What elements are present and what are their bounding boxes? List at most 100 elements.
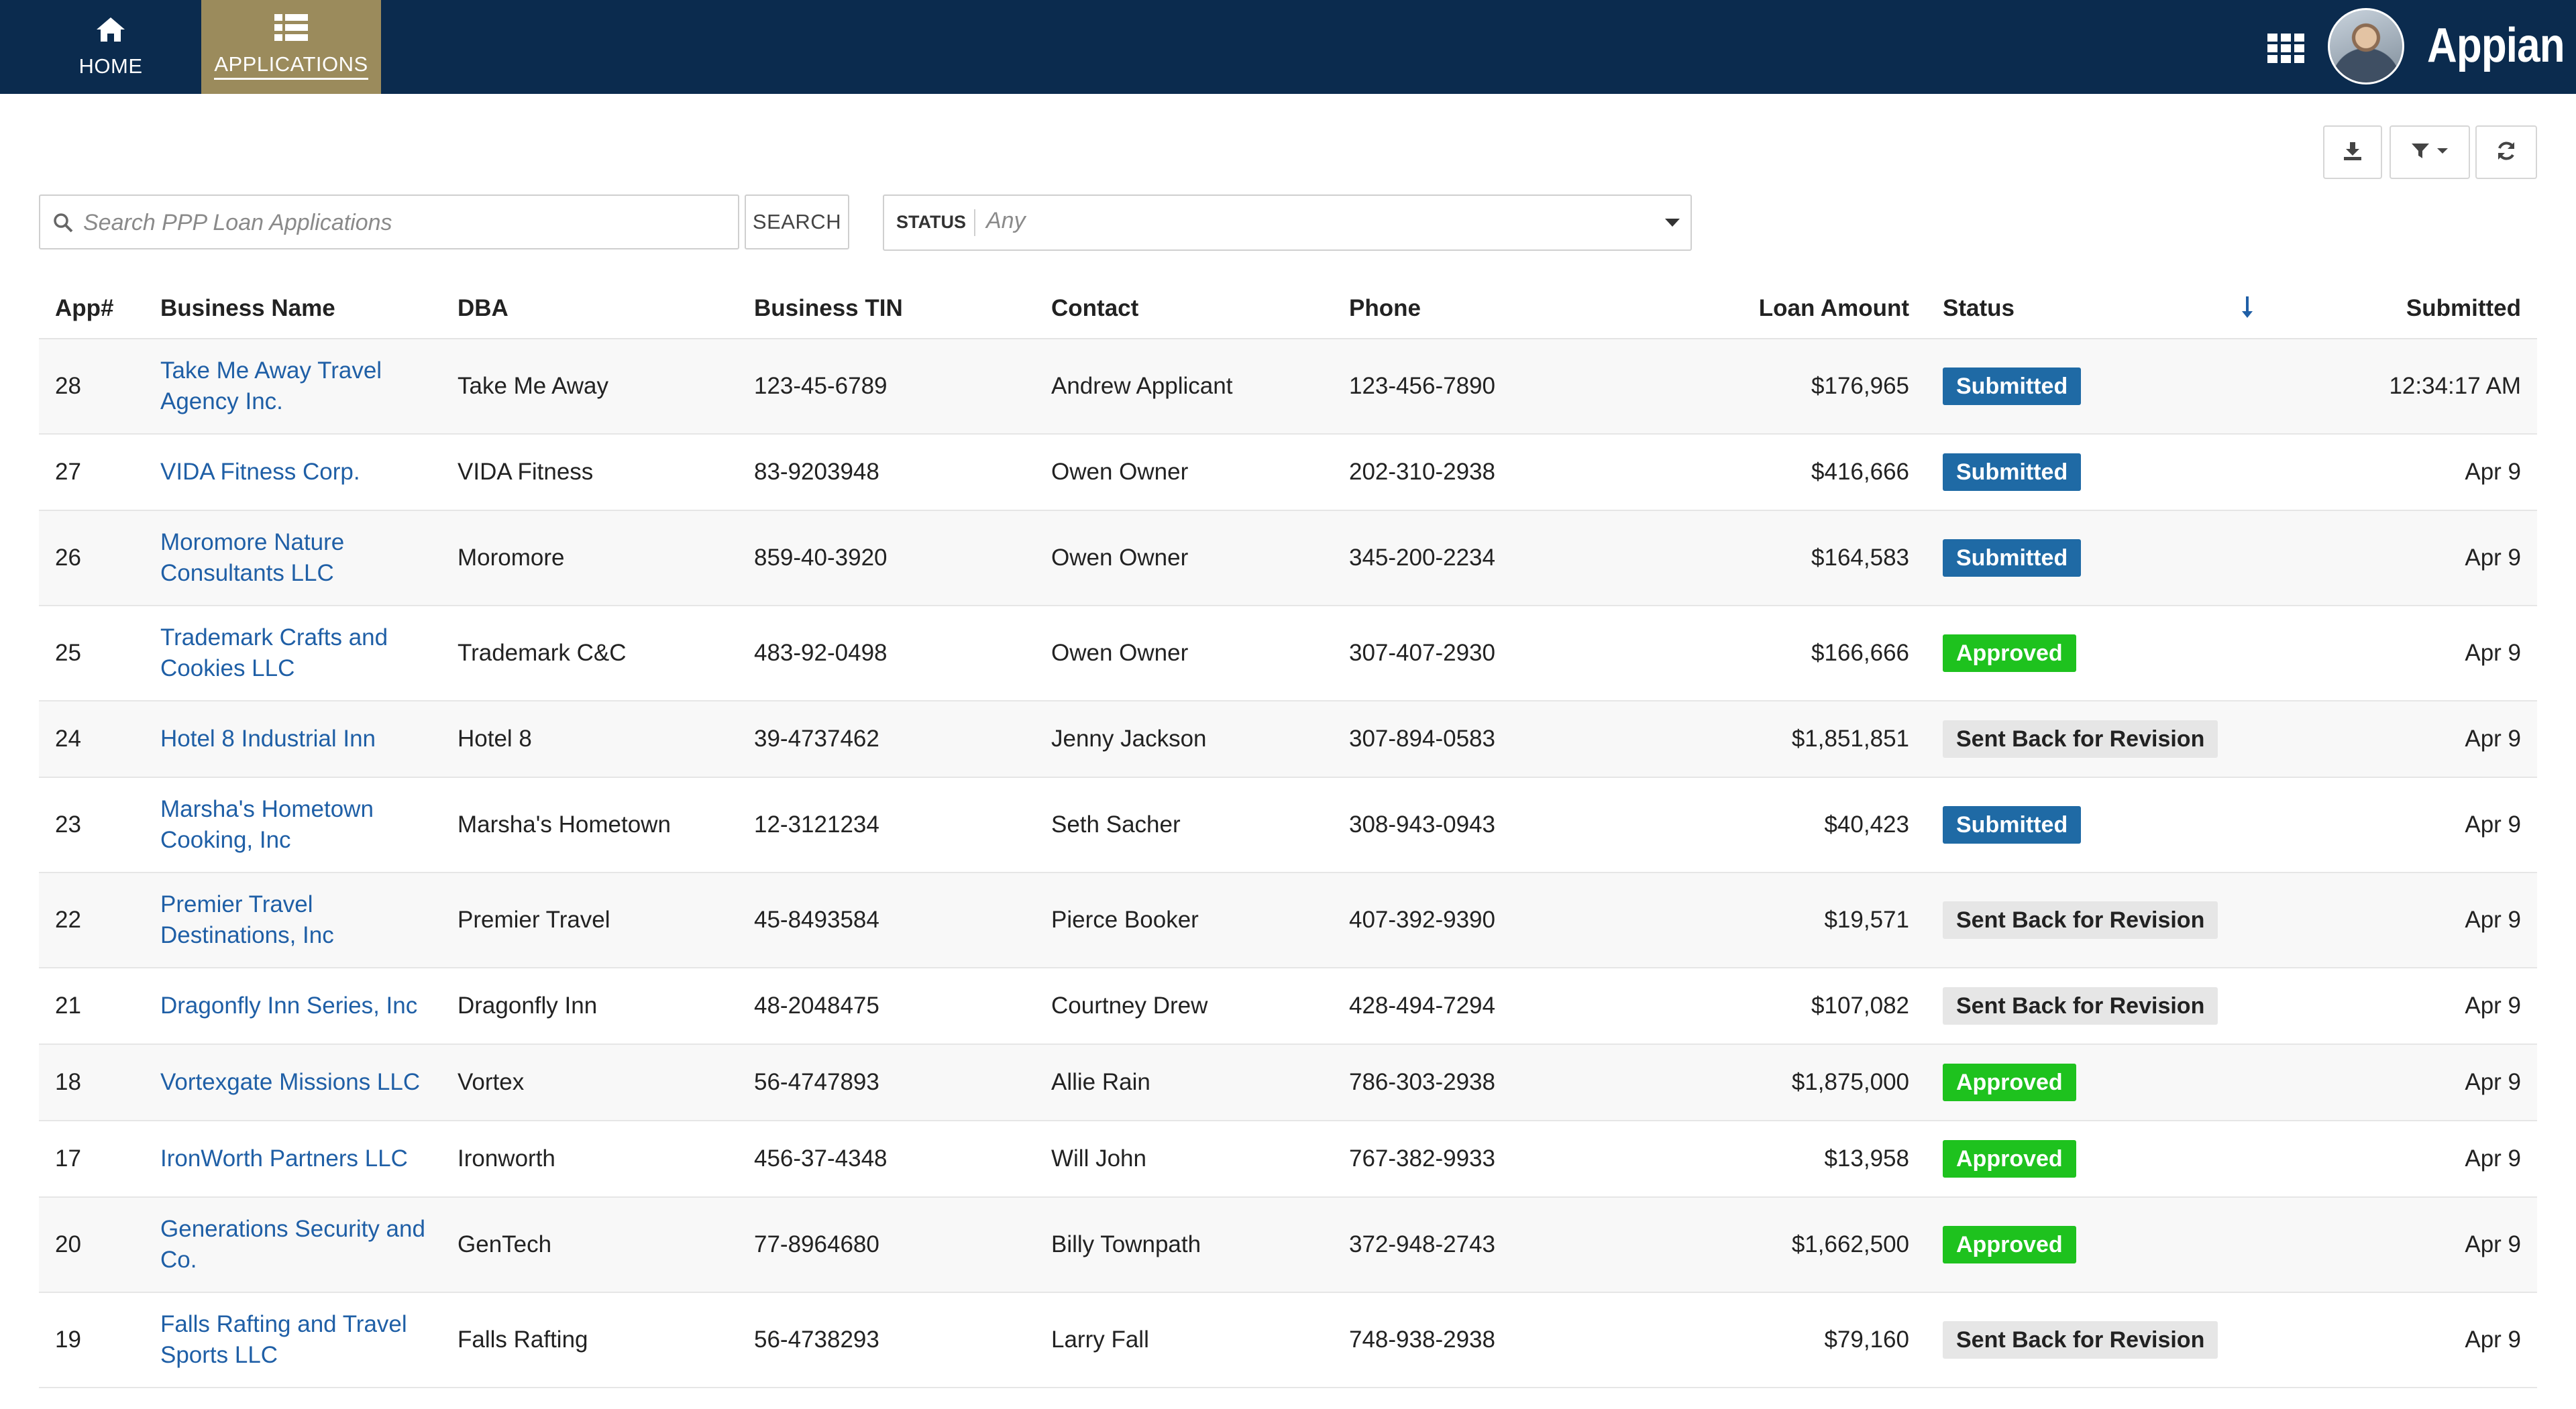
cell-dba: VIDA Fitness <box>458 459 594 485</box>
status-filter-label: STATUS <box>896 212 966 232</box>
cell-contact: Will John <box>1051 1145 1146 1172</box>
cell-phone: 345-200-2234 <box>1349 545 1495 571</box>
table-row[interactable]: 17 IronWorth Partners LLC Ironworth 456-37-… <box>39 1121 2537 1198</box>
table-row[interactable]: 26 Moromore Nature Consultants LLC Moromor… <box>39 511 2537 606</box>
cell-contact: Courtney Drew <box>1051 993 1208 1019</box>
business-name-link[interactable]: Generations Security and Co. <box>160 1198 442 1292</box>
cell-contact: Larry Fall <box>1051 1327 1149 1353</box>
table-row[interactable]: 28 Take Me Away Travel Agency Inc. Take Me… <box>39 339 2537 435</box>
status-badge: Approved <box>1943 1064 2076 1101</box>
cell-dba: Hotel 8 <box>458 726 532 752</box>
home-icon <box>95 16 126 46</box>
cell-submitted: Apr 9 <box>2465 1327 2521 1353</box>
status-badge: Sent Back for Revision <box>1943 987 2218 1025</box>
status-badge: Sent Back for Revision <box>1943 720 2218 758</box>
cell-contact: Seth Sacher <box>1051 811 1181 838</box>
cell-business-tin: 77-8964680 <box>754 1231 879 1257</box>
nav-tab-home[interactable]: HOME <box>34 0 188 94</box>
cell-phone: 307-894-0583 <box>1349 726 1495 752</box>
table-row[interactable]: 24 Hotel 8 Industrial Inn Hotel 8 39-473746… <box>39 701 2537 778</box>
business-name-link[interactable]: Dragonfly Inn Series, Inc <box>160 968 442 1044</box>
status-badge: Submitted <box>1943 453 2082 491</box>
cell-submitted: 12:34:17 AM <box>2389 373 2521 399</box>
cell-contact: Jenny Jackson <box>1051 726 1207 752</box>
column-header-phone[interactable]: Phone <box>1349 295 1421 322</box>
user-avatar[interactable] <box>2328 8 2404 84</box>
apps-grid-icon[interactable] <box>2267 34 2305 63</box>
cell-phone: 428-494-7294 <box>1349 993 1495 1019</box>
search-input[interactable] <box>82 196 729 249</box>
cell-business-tin: 456-37-4348 <box>754 1145 888 1172</box>
business-name-link[interactable]: Hotel 8 Industrial Inn <box>160 701 442 777</box>
table-row[interactable]: 22 Premier Travel Destinations, Inc Premie… <box>39 873 2537 968</box>
cell-dba: Vortex <box>458 1069 525 1095</box>
cell-app-number: 18 <box>55 1069 81 1095</box>
business-name-link[interactable]: Vortexgate Missions LLC <box>160 1045 442 1120</box>
search-button[interactable]: SEARCH <box>745 194 849 249</box>
cell-phone: 786-303-2938 <box>1349 1069 1495 1095</box>
cell-dba: Falls Rafting <box>458 1327 588 1353</box>
cell-app-number: 23 <box>55 811 81 838</box>
table-row[interactable]: 27 VIDA Fitness Corp. VIDA Fitness 83-92039… <box>39 435 2537 511</box>
table-row[interactable]: 19 Falls Rafting and Travel Sports LLC Fal… <box>39 1293 2537 1388</box>
column-header-status[interactable]: Status <box>1943 295 2015 322</box>
column-header-business-name[interactable]: Business Name <box>160 295 335 322</box>
table-row[interactable]: 25 Trademark Crafts and Cookies LLC Tradem… <box>39 606 2537 701</box>
search-icon <box>52 212 74 237</box>
business-name-link[interactable]: VIDA Fitness Corp. <box>160 435 442 510</box>
column-header-contact[interactable]: Contact <box>1051 295 1138 322</box>
column-header-submitted[interactable]: Submitted <box>2253 295 2521 322</box>
cell-loan-amount: $416,666 <box>1811 459 1909 485</box>
column-header-loan-amount[interactable]: Loan Amount <box>1669 295 1909 322</box>
cell-dba: GenTech <box>458 1231 552 1257</box>
nav-tab-applications[interactable]: APPLICATIONS <box>201 0 381 94</box>
table-row[interactable]: 23 Marsha's Hometown Cooking, Inc Marsha's… <box>39 778 2537 873</box>
filter-button[interactable] <box>2390 125 2470 179</box>
cell-phone: 748-938-2938 <box>1349 1327 1495 1353</box>
cell-loan-amount: $166,666 <box>1811 640 1909 666</box>
cell-app-number: 17 <box>55 1145 81 1172</box>
table-row[interactable]: 20 Generations Security and Co. GenTech 77-… <box>39 1198 2537 1293</box>
cell-loan-amount: $164,583 <box>1811 545 1909 571</box>
status-badge: Sent Back for Revision <box>1943 901 2218 939</box>
business-name-link[interactable]: Trademark Crafts and Cookies LLC <box>160 606 442 700</box>
column-header-dba[interactable]: DBA <box>458 295 508 322</box>
cell-dba: Premier Travel <box>458 907 610 933</box>
cell-submitted: Apr 9 <box>2465 907 2521 933</box>
table-row[interactable]: 21 Dragonfly Inn Series, Inc Dragonfly Inn… <box>39 968 2537 1045</box>
business-name-link[interactable]: Take Me Away Travel Agency Inc. <box>160 339 442 433</box>
chevron-down-icon <box>2436 146 2449 158</box>
business-name-link[interactable]: Falls Rafting and Travel Sports LLC <box>160 1293 442 1387</box>
column-header-business-tin[interactable]: Business TIN <box>754 295 903 322</box>
cell-contact: Owen Owner <box>1051 545 1189 571</box>
cell-dba: Marsha's Hometown <box>458 811 671 838</box>
grid-body: 28 Take Me Away Travel Agency Inc. Take Me… <box>39 339 2537 1388</box>
cell-dba: Trademark C&C <box>458 640 627 666</box>
cell-contact: Allie Rain <box>1051 1069 1150 1095</box>
cell-business-tin: 56-4747893 <box>754 1069 879 1095</box>
cell-business-tin: 56-4738293 <box>754 1327 879 1353</box>
cell-submitted: Apr 9 <box>2465 640 2521 666</box>
cell-loan-amount: $40,423 <box>1824 811 1909 838</box>
business-name-link[interactable]: Premier Travel Destinations, Inc <box>160 873 442 967</box>
search-field[interactable] <box>39 194 739 249</box>
business-name-link[interactable]: Marsha's Hometown Cooking, Inc <box>160 778 442 872</box>
cell-business-tin: 39-4737462 <box>754 726 879 752</box>
list-icon <box>274 14 308 44</box>
download-icon <box>2343 141 2363 164</box>
business-name-link[interactable]: Moromore Nature Consultants LLC <box>160 511 442 605</box>
cell-phone: 123-456-7890 <box>1349 373 1495 399</box>
download-button[interactable] <box>2323 125 2382 179</box>
status-filter-dropdown[interactable]: STATUS Any <box>883 194 1692 251</box>
cell-app-number: 24 <box>55 726 81 752</box>
refresh-button[interactable] <box>2475 125 2537 179</box>
cell-loan-amount: $107,082 <box>1811 993 1909 1019</box>
cell-loan-amount: $176,965 <box>1811 373 1909 399</box>
business-name-link[interactable]: IronWorth Partners LLC <box>160 1121 442 1196</box>
cell-loan-amount: $13,958 <box>1824 1145 1909 1172</box>
cell-phone: 308-943-0943 <box>1349 811 1495 838</box>
nav-applications-label: APPLICATIONS <box>214 52 368 80</box>
cell-contact: Owen Owner <box>1051 640 1189 666</box>
column-header-app[interactable]: App# <box>55 295 114 322</box>
table-row[interactable]: 18 Vortexgate Missions LLC Vortex 56-474789… <box>39 1045 2537 1121</box>
